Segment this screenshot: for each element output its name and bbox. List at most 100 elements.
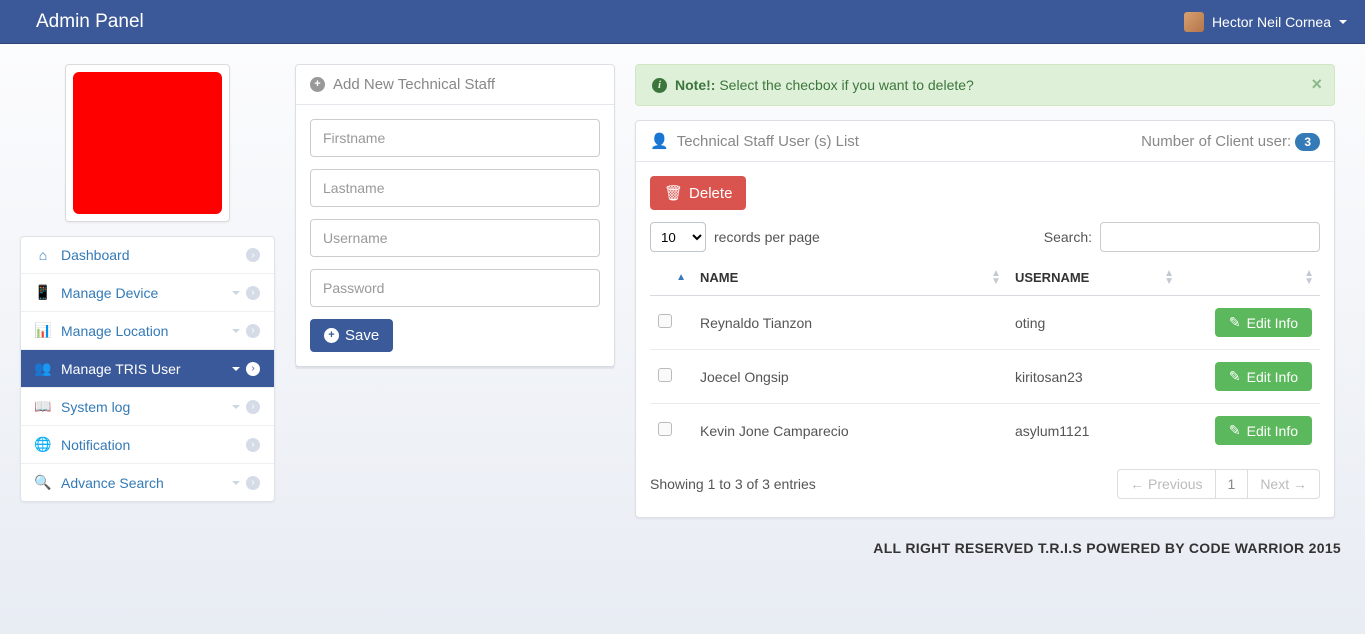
caret-down-icon bbox=[232, 481, 240, 485]
location-icon: 📊 bbox=[35, 322, 51, 339]
next-page-button[interactable]: Next → bbox=[1248, 469, 1320, 499]
chevron-right-icon: › bbox=[246, 248, 260, 262]
info-alert: i Note!: Select the checbox if you want … bbox=[635, 64, 1335, 106]
col-username[interactable]: USERNAME▲▼ bbox=[1007, 260, 1180, 296]
avatar bbox=[1184, 12, 1204, 32]
device-icon: 📱 bbox=[35, 284, 51, 301]
book-icon: 📖 bbox=[35, 398, 51, 415]
caret-down-icon bbox=[232, 405, 240, 409]
profile-image-box bbox=[65, 64, 230, 222]
sidebar-item-label: Manage Device bbox=[61, 285, 158, 301]
chevron-right-icon: › bbox=[246, 286, 260, 300]
sidebar-item-dashboard[interactable]: ⌂ Dashboard › bbox=[21, 237, 274, 274]
search-input[interactable] bbox=[1100, 222, 1320, 252]
table-row: Joecel Ongsipkiritosan23 ✎ Edit Info bbox=[650, 350, 1320, 404]
pencil-icon: ✎ bbox=[1229, 368, 1241, 385]
delete-button[interactable]: 🗑 Delete bbox=[650, 176, 746, 210]
row-checkbox[interactable] bbox=[658, 422, 672, 436]
client-count-label: Number of Client user: bbox=[1141, 133, 1291, 150]
chevron-right-icon: › bbox=[246, 362, 260, 376]
table-row: Kevin Jone Camparecioasylum1121 ✎ Edit In… bbox=[650, 404, 1320, 458]
cell-name: Joecel Ongsip bbox=[692, 350, 1007, 404]
cell-username: oting bbox=[1007, 296, 1180, 350]
sidebar-item-label: Manage Location bbox=[61, 323, 168, 339]
cell-username: kiritosan23 bbox=[1007, 350, 1180, 404]
password-input[interactable] bbox=[310, 269, 600, 307]
table-row: Reynaldo Tianzonoting ✎ Edit Info bbox=[650, 296, 1320, 350]
edit-label: Edit Info bbox=[1247, 369, 1298, 385]
home-icon: ⌂ bbox=[35, 247, 51, 263]
panel-heading: Technical Staff User (s) List bbox=[677, 133, 859, 150]
panel-heading: Add New Technical Staff bbox=[333, 76, 495, 93]
edit-info-button[interactable]: ✎ Edit Info bbox=[1215, 308, 1312, 337]
sidebar-item-manage-device[interactable]: 📱 Manage Device › bbox=[21, 274, 274, 312]
user-name-label: Hector Neil Cornea bbox=[1212, 14, 1331, 30]
page-number-button[interactable]: 1 bbox=[1216, 469, 1249, 499]
users-icon: 👥 bbox=[35, 360, 51, 377]
save-button-label: Save bbox=[345, 327, 379, 344]
user-list-panel: 👤 Technical Staff User (s) List Number o… bbox=[635, 120, 1335, 518]
plus-circle-icon: + bbox=[324, 328, 339, 343]
col-name[interactable]: NAME▲▼ bbox=[692, 260, 1007, 296]
chevron-right-icon: › bbox=[246, 324, 260, 338]
sidebar-item-label: System log bbox=[61, 399, 130, 415]
sidebar-item-notification[interactable]: 🌐 Notification › bbox=[21, 426, 274, 464]
chevron-right-icon: › bbox=[246, 438, 260, 452]
page-size-select[interactable]: 10 bbox=[650, 222, 706, 252]
alert-close-button[interactable]: × bbox=[1311, 75, 1322, 93]
save-button[interactable]: + Save bbox=[310, 319, 393, 352]
chevron-right-icon: › bbox=[246, 400, 260, 414]
app-title: Admin Panel bbox=[36, 11, 144, 33]
cell-name: Reynaldo Tianzon bbox=[692, 296, 1007, 350]
sidebar-item-manage-tris-user[interactable]: 👥 Manage TRIS User › bbox=[21, 350, 274, 388]
sidebar-item-label: Manage TRIS User bbox=[61, 361, 181, 377]
table-info: Showing 1 to 3 of 3 entries bbox=[650, 476, 816, 492]
sidebar-item-label: Notification bbox=[61, 437, 130, 453]
username-input[interactable] bbox=[310, 219, 600, 257]
alert-message: Select the checbox if you want to delete… bbox=[719, 77, 974, 93]
profile-image bbox=[73, 72, 222, 214]
sidebar-item-advance-search[interactable]: 🔍 Advance Search › bbox=[21, 464, 274, 501]
footer-text: ALL RIGHT RESERVED T.R.I.S POWERED BY CO… bbox=[0, 528, 1365, 576]
row-checkbox[interactable] bbox=[658, 368, 672, 382]
search-icon: 🔍 bbox=[35, 474, 51, 491]
alert-prefix: Note!: bbox=[675, 77, 715, 93]
sidebar-item-label: Dashboard bbox=[61, 247, 130, 263]
topbar: Admin Panel Hector Neil Cornea bbox=[0, 0, 1365, 44]
edit-info-button[interactable]: ✎ Edit Info bbox=[1215, 362, 1312, 391]
edit-info-button[interactable]: ✎ Edit Info bbox=[1215, 416, 1312, 445]
sidebar-nav: ⌂ Dashboard › 📱 Manage Device › 📊 Manage Lo… bbox=[20, 236, 275, 502]
col-actions[interactable]: ▲▼ bbox=[1180, 260, 1320, 296]
user-menu[interactable]: Hector Neil Cornea bbox=[1184, 12, 1347, 32]
cell-username: asylum1121 bbox=[1007, 404, 1180, 458]
edit-label: Edit Info bbox=[1247, 423, 1298, 439]
caret-down-icon bbox=[232, 291, 240, 295]
info-icon: i bbox=[652, 78, 667, 93]
client-count-badge: 3 bbox=[1295, 133, 1320, 151]
caret-down-icon bbox=[232, 367, 240, 371]
row-checkbox[interactable] bbox=[658, 314, 672, 328]
search-label: Search: bbox=[1044, 229, 1092, 245]
pencil-icon: ✎ bbox=[1229, 422, 1241, 439]
sidebar-item-label: Advance Search bbox=[61, 475, 164, 491]
add-staff-panel: + Add New Technical Staff + Save bbox=[295, 64, 615, 367]
prev-page-button[interactable]: ← Previous bbox=[1117, 469, 1215, 499]
delete-button-label: Delete bbox=[689, 185, 732, 202]
caret-down-icon bbox=[232, 329, 240, 333]
user-icon: 👤 bbox=[650, 132, 669, 150]
sidebar-item-manage-location[interactable]: 📊 Manage Location › bbox=[21, 312, 274, 350]
lastname-input[interactable] bbox=[310, 169, 600, 207]
caret-down-icon bbox=[1339, 20, 1347, 24]
chevron-right-icon: › bbox=[246, 476, 260, 490]
page-size-suffix: records per page bbox=[714, 229, 820, 245]
firstname-input[interactable] bbox=[310, 119, 600, 157]
sidebar-item-system-log[interactable]: 📖 System log › bbox=[21, 388, 274, 426]
plus-circle-icon: + bbox=[310, 77, 325, 92]
pagination: ← Previous 1 Next → bbox=[1117, 469, 1320, 499]
cell-name: Kevin Jone Camparecio bbox=[692, 404, 1007, 458]
globe-icon: 🌐 bbox=[35, 436, 51, 453]
pencil-icon: ✎ bbox=[1229, 314, 1241, 331]
users-table: ▲ NAME▲▼ USERNAME▲▼ ▲▼ Reynaldo Tianzono… bbox=[650, 260, 1320, 457]
col-checkbox[interactable]: ▲ bbox=[650, 260, 692, 296]
trash-icon: 🗑 bbox=[664, 184, 683, 202]
